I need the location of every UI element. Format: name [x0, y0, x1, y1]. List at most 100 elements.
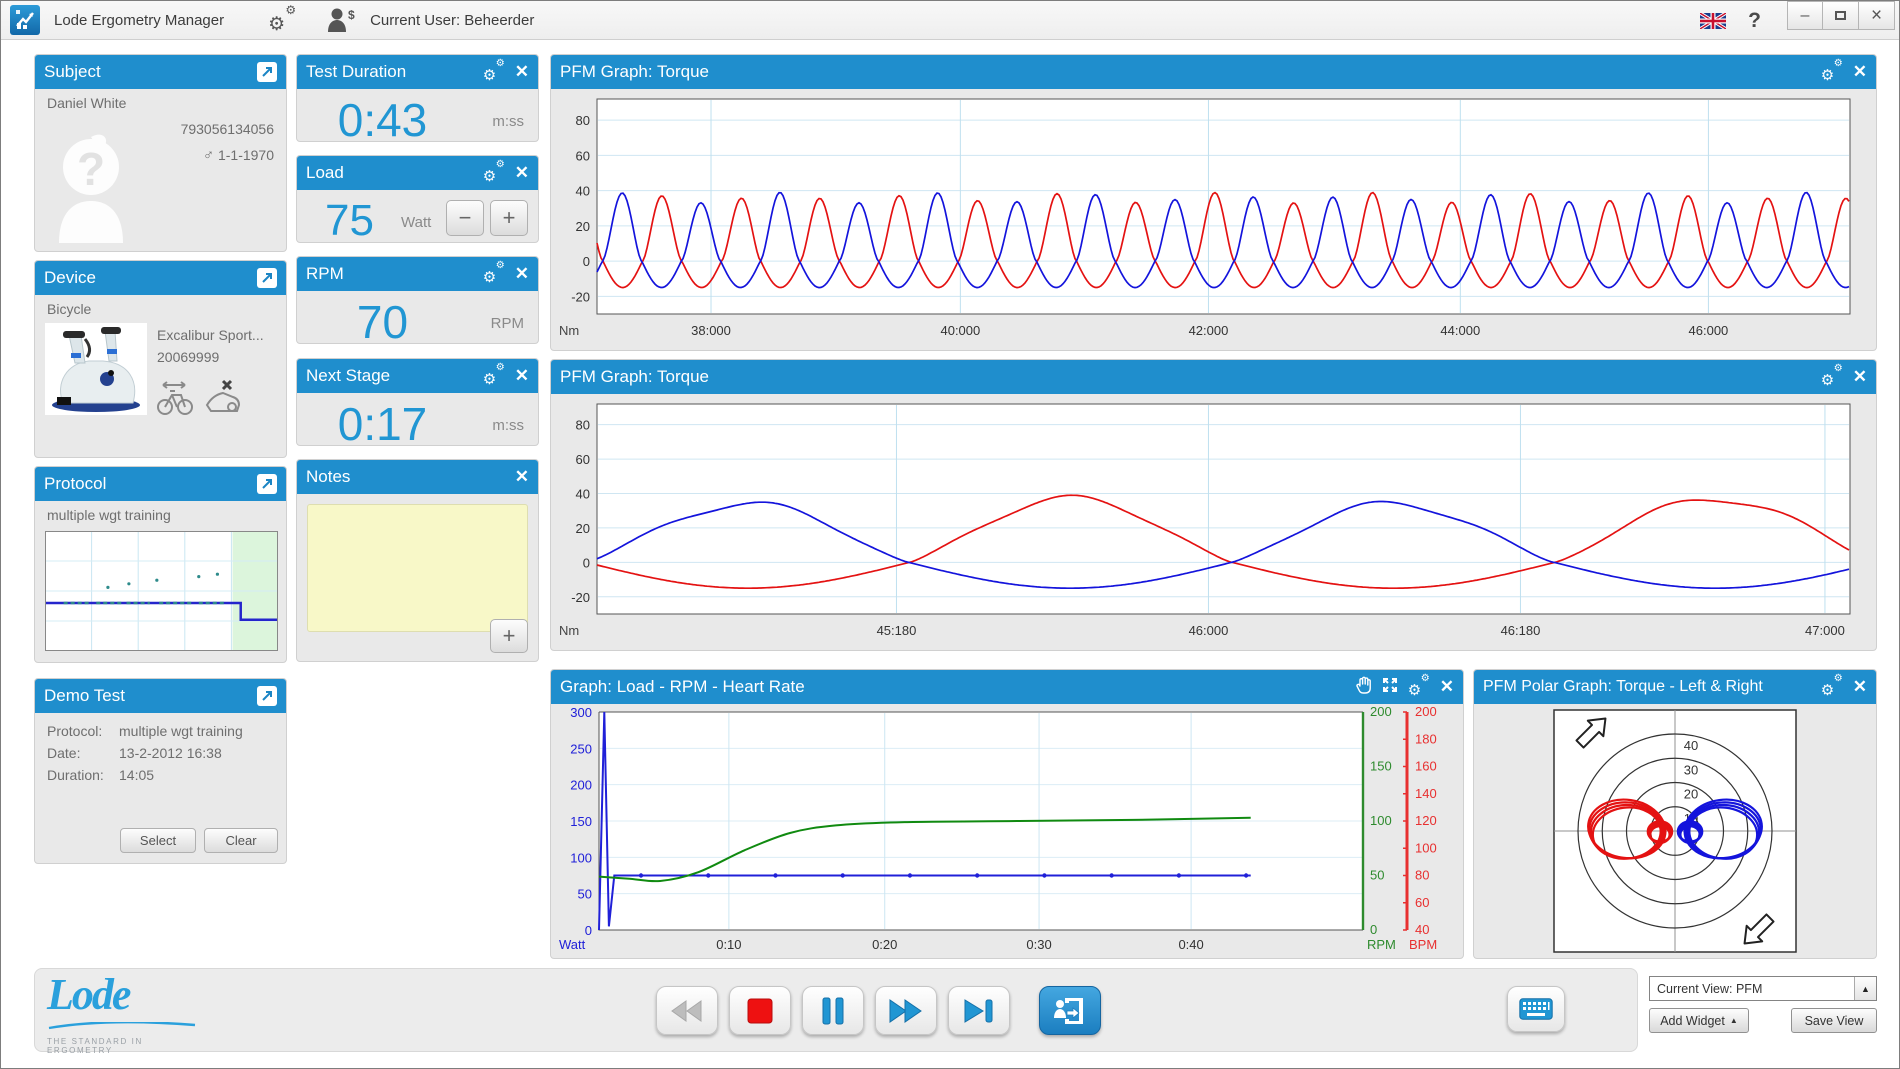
top-bar: Lode Ergometry Manager ⚙ ⚙ $ Current Use…: [1, 1, 1899, 40]
polar-graph-plot: 10203040: [1474, 704, 1876, 958]
polar-graph-header[interactable]: PFM Polar Graph: Torque - Left & Right ⚙…: [1474, 670, 1876, 704]
load-widget: Load ⚙⚙ ✕ 75 Watt − +: [296, 155, 539, 243]
lode-ergometry-manager-window: { "topbar": { "app_title": "Lode Ergomet…: [0, 0, 1900, 1069]
current-view-dropdown[interactable]: Current View: PFM ▲: [1649, 976, 1877, 1001]
add-widget-button[interactable]: Add Widget▲: [1649, 1008, 1749, 1033]
load-rpm-hr-close-icon[interactable]: ✕: [1440, 677, 1454, 697]
torque-graph-1-close-icon[interactable]: ✕: [1853, 62, 1867, 82]
open-device-icon[interactable]: [257, 268, 277, 288]
torque-graph-1-plot: 806040200-2038:00040:00042:00044:00046:0…: [551, 89, 1876, 350]
rewind-button[interactable]: [656, 986, 718, 1035]
svg-text:150: 150: [570, 814, 592, 829]
keyboard-button[interactable]: [1507, 986, 1565, 1032]
test-duration-header[interactable]: Test Duration ⚙⚙ ✕: [297, 55, 538, 89]
subject-panel-header[interactable]: Subject: [35, 55, 286, 89]
load-unit: Watt: [401, 214, 431, 231]
sign-out-button[interactable]: [1039, 986, 1101, 1035]
next-stage-header[interactable]: Next Stage ⚙⚙ ✕: [297, 359, 538, 393]
svg-text:46:000: 46:000: [1189, 623, 1229, 638]
torque-graph-1-settings-icon[interactable]: ⚙⚙: [1821, 62, 1843, 82]
save-view-button[interactable]: Save View: [1791, 1008, 1877, 1033]
lode-logo: Lode THE STANDARD IN ERGOMETRY: [47, 973, 207, 1055]
svg-text:0:10: 0:10: [716, 937, 741, 952]
load-increase-button[interactable]: +: [490, 200, 528, 236]
device-type: Bicycle: [47, 301, 91, 317]
demo-test-panel-header[interactable]: Demo Test: [35, 679, 286, 713]
open-protocol-icon[interactable]: [257, 474, 277, 494]
protocol-panel-header[interactable]: Protocol: [35, 467, 286, 501]
pan-hand-icon[interactable]: [1356, 676, 1372, 699]
current-user-label: Current User: Beheerder: [370, 12, 534, 29]
load-rpm-hr-graph-title: Graph: Load - RPM - Heart Rate: [560, 677, 1356, 697]
skip-to-end-button[interactable]: [948, 986, 1010, 1035]
load-title: Load: [306, 163, 483, 183]
maximize-icon: [1835, 11, 1846, 20]
close-button[interactable]: ×: [1859, 1, 1895, 30]
demo-test-duration-row: Duration:14:05: [47, 767, 278, 783]
rpm-header[interactable]: RPM ⚙⚙ ✕: [297, 257, 538, 291]
torque-graph-2-close-icon[interactable]: ✕: [1853, 367, 1867, 387]
svg-text:Nm: Nm: [559, 623, 579, 638]
svg-text:60: 60: [1415, 895, 1429, 910]
load-header[interactable]: Load ⚙⚙ ✕: [297, 156, 538, 190]
torque-graph-2-header[interactable]: PFM Graph: Torque ⚙⚙ ✕: [551, 360, 1876, 394]
notes-title: Notes: [306, 467, 515, 487]
svg-text:40:000: 40:000: [940, 323, 980, 338]
svg-text:300: 300: [570, 705, 592, 720]
svg-text:200: 200: [1415, 704, 1437, 719]
stop-button[interactable]: [729, 986, 791, 1035]
load-close-icon[interactable]: ✕: [515, 163, 529, 183]
add-note-button[interactable]: +: [490, 619, 528, 653]
current-user-icon[interactable]: $: [326, 7, 360, 33]
test-duration-settings-icon[interactable]: ⚙⚙: [483, 62, 505, 82]
device-panel-title: Device: [44, 268, 257, 288]
fast-forward-button[interactable]: [875, 986, 937, 1035]
next-stage-value: 0:17: [297, 397, 468, 446]
next-stage-settings-icon[interactable]: ⚙⚙: [483, 366, 505, 386]
minimize-button[interactable]: –: [1787, 1, 1823, 30]
device-model: Excalibur Sport...: [157, 327, 264, 343]
device-panel-header[interactable]: Device: [35, 261, 286, 295]
svg-text:0: 0: [585, 923, 592, 938]
svg-text:47:000: 47:000: [1805, 623, 1845, 638]
test-duration-unit: m:ss: [492, 113, 524, 130]
app-title: Lode Ergometry Manager: [54, 12, 224, 29]
load-rpm-hr-settings-icon[interactable]: ⚙⚙: [1408, 677, 1430, 697]
rpm-close-icon[interactable]: ✕: [515, 264, 529, 284]
svg-text:-20: -20: [571, 590, 590, 605]
test-duration-close-icon[interactable]: ✕: [515, 62, 529, 82]
next-stage-close-icon[interactable]: ✕: [515, 366, 529, 386]
notes-header[interactable]: Notes ✕: [297, 460, 538, 494]
maximize-button[interactable]: [1823, 1, 1859, 30]
torque-graph-1-header[interactable]: PFM Graph: Torque ⚙⚙ ✕: [551, 55, 1876, 89]
demo-test-protocol-row: Protocol:multiple wgt training: [47, 723, 278, 739]
fullscreen-icon[interactable]: [1382, 677, 1398, 698]
torque-graph-2-settings-icon[interactable]: ⚙⚙: [1821, 367, 1843, 387]
settings-gears-icon[interactable]: ⚙ ⚙: [268, 7, 298, 33]
saddle-remove-icon[interactable]: [203, 377, 243, 422]
svg-text:60: 60: [576, 452, 590, 467]
load-decrease-button[interactable]: −: [446, 200, 484, 236]
open-demo-test-icon[interactable]: [257, 686, 277, 706]
select-button[interactable]: Select: [120, 828, 196, 853]
pause-button[interactable]: [802, 986, 864, 1035]
svg-text:Watt: Watt: [559, 937, 586, 952]
current-view-dropdown-arrow-icon[interactable]: ▲: [1854, 977, 1876, 1000]
svg-text:250: 250: [570, 741, 592, 756]
rpm-value: 70: [297, 295, 468, 344]
help-icon[interactable]: ?: [1748, 9, 1761, 33]
notes-input[interactable]: [307, 504, 528, 632]
open-subject-icon[interactable]: [257, 62, 277, 82]
subject-name: Daniel White: [47, 95, 126, 111]
load-settings-icon[interactable]: ⚙⚙: [483, 163, 505, 183]
bike-adjust-icon[interactable]: [157, 379, 193, 422]
svg-text:38:000: 38:000: [691, 323, 731, 338]
polar-graph-close-icon[interactable]: ✕: [1853, 677, 1867, 697]
polar-graph-settings-icon[interactable]: ⚙⚙: [1821, 677, 1843, 697]
rpm-settings-icon[interactable]: ⚙⚙: [483, 264, 505, 284]
svg-text:0:30: 0:30: [1026, 937, 1051, 952]
language-flag-icon[interactable]: [1700, 13, 1726, 29]
clear-button[interactable]: Clear: [204, 828, 278, 853]
load-rpm-hr-graph-header[interactable]: Graph: Load - RPM - Heart Rate ⚙⚙ ✕: [551, 670, 1463, 704]
notes-close-icon[interactable]: ✕: [515, 467, 529, 487]
